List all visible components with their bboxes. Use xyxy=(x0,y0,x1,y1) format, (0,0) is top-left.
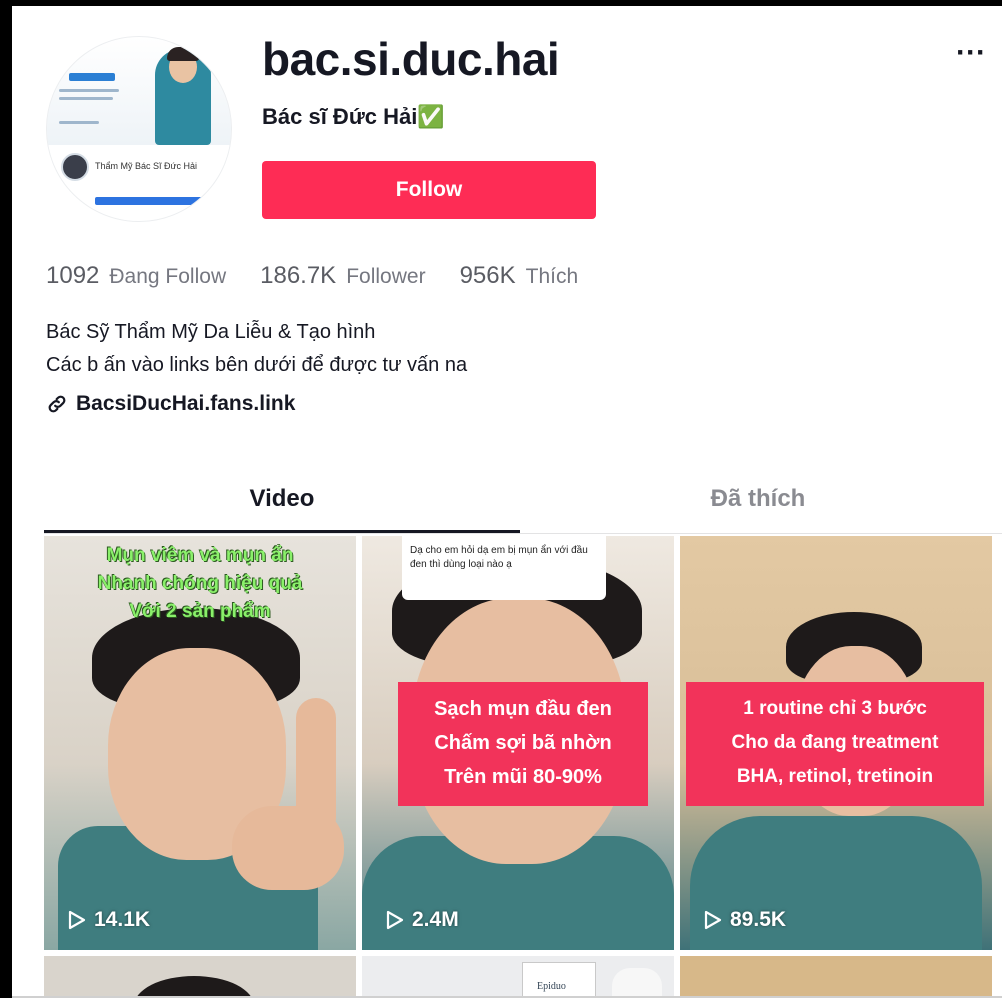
avatar-banner-title xyxy=(69,73,115,81)
stat-likes-count: 956K xyxy=(459,262,516,289)
profile-page: Thẩm Mỹ Bác Sĩ Đức Hải bac.si.duc.hai Bá… xyxy=(12,6,1002,998)
video-thumbnail-1[interactable]: Mụn viêm và mụn ẩn Nhanh chóng hiệu quả … xyxy=(44,536,356,950)
video-thumbnail-3[interactable]: 1 routine chỉ 3 bước Cho da đang treatme… xyxy=(680,536,992,950)
avatar-banner-line xyxy=(59,121,99,124)
caption-line: Với 2 sản phẩm xyxy=(129,601,271,622)
view-count-text: 2.4M xyxy=(412,908,459,931)
stat-following-label: Đang Follow xyxy=(109,265,227,288)
avatar-mini-photo xyxy=(61,153,89,181)
bio-line-1: Bác Sỹ Thẩm Mỹ Da Liễu & Tạo hình xyxy=(46,321,376,343)
stat-followers[interactable]: 186.7K Follower xyxy=(260,262,425,290)
profile-link[interactable]: BacsiDucHai.fans.link xyxy=(46,392,295,416)
caption-line: 1 routine chỉ 3 bước xyxy=(743,698,927,719)
profile-avatar[interactable]: Thẩm Mỹ Bác Sĩ Đức Hải xyxy=(46,36,232,222)
caption-line: Trên mũi 80-90% xyxy=(444,766,602,788)
view-count-text: 14.1K xyxy=(94,908,151,931)
avatar-card-name: Thẩm Mỹ Bác Sĩ Đức Hải xyxy=(95,161,198,171)
tab-active-indicator xyxy=(44,530,520,533)
caption-line: Cho da đang treatment xyxy=(731,732,939,753)
play-icon xyxy=(704,910,722,930)
stat-following[interactable]: 1092 Đang Follow xyxy=(46,262,226,290)
tab-video[interactable]: Video xyxy=(44,478,520,534)
profile-username: bac.si.duc.hai xyxy=(262,33,560,85)
stat-likes: 956K Thích xyxy=(460,262,579,290)
more-horizontal-icon[interactable]: ··· xyxy=(956,38,992,72)
avatar-doctor-hair xyxy=(167,47,199,61)
video-thumbnail-6[interactable] xyxy=(680,956,992,998)
play-icon xyxy=(68,910,86,930)
avatar-banner-line xyxy=(59,89,119,92)
profile-tabs: Video Đã thích xyxy=(44,478,1002,534)
product-bottle xyxy=(612,968,662,998)
stat-followers-label: Follower xyxy=(346,265,426,288)
video-thumbnail-2[interactable]: Dạ cho em hỏi dạ em bị mụn ẩn với đầu đe… xyxy=(362,536,674,950)
video-thumbnail-5[interactable]: Epiduo xyxy=(362,956,674,998)
product-box-label: Epiduo xyxy=(522,962,596,998)
video-view-count: 89.5K xyxy=(704,908,786,932)
video-caption: 1 routine chỉ 3 bước Cho da đang treatme… xyxy=(686,682,984,806)
comment-reply-box: Dạ cho em hỏi dạ em bị mụn ẩn với đầu đe… xyxy=(402,536,606,600)
profile-bio: Bác Sỹ Thẩm Mỹ Da Liễu & Tạo hình Các b … xyxy=(46,316,467,382)
person-hair xyxy=(134,976,254,998)
caption-line: BHA, retinol, tretinoin xyxy=(736,766,934,787)
stat-followers-count: 186.7K xyxy=(260,262,337,289)
caption-line: Sạch mụn đầu đen xyxy=(434,698,612,720)
video-view-count: 14.1K xyxy=(68,908,150,932)
caption-line: Chấm sợi bã nhờn xyxy=(434,732,612,754)
stat-following-count: 1092 xyxy=(46,262,100,289)
profile-link-text: BacsiDucHai.fans.link xyxy=(76,392,296,415)
follow-button[interactable]: Follow xyxy=(262,161,596,219)
avatar-banner-line xyxy=(59,97,113,100)
caption-line: Nhanh chóng hiệu quả xyxy=(97,573,303,594)
video-thumbnail-4[interactable] xyxy=(44,956,356,998)
tab-liked[interactable]: Đã thích xyxy=(520,478,996,534)
caption-line: Mụn viêm và mụn ẩn xyxy=(106,545,294,566)
stat-likes-label: Thích xyxy=(525,265,579,288)
video-caption: Sạch mụn đầu đen Chấm sợi bã nhờn Trên m… xyxy=(398,682,648,806)
profile-stats: 1092 Đang Follow 186.7K Follower 956K Th… xyxy=(46,262,612,290)
link-icon xyxy=(48,395,66,413)
profile-nickname: Bác sĩ Đức Hải✅ xyxy=(262,104,445,129)
view-count-text: 89.5K xyxy=(730,908,787,931)
play-icon xyxy=(386,910,404,930)
video-view-count: 2.4M xyxy=(386,908,459,932)
avatar-card-button xyxy=(95,197,207,205)
video-caption: Mụn viêm và mụn ẩn Nhanh chóng hiệu quả … xyxy=(44,542,356,626)
person-hand xyxy=(232,806,344,890)
bio-line-2: Các b ấn vào links bên dưới để được tư v… xyxy=(46,354,468,376)
